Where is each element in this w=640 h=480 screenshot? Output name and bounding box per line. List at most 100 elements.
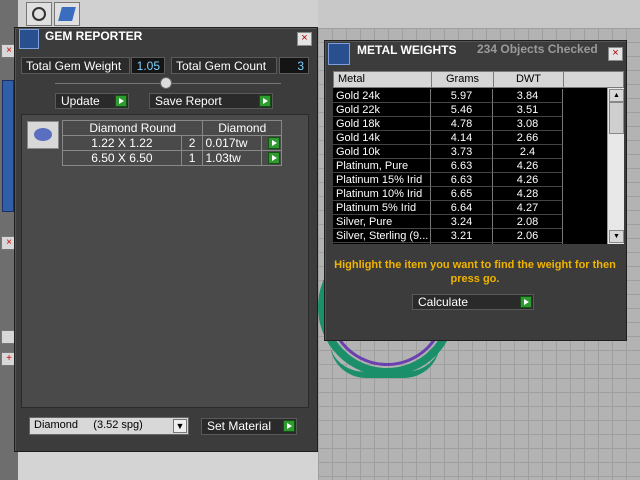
left-panel-tabs[interactable] (2, 80, 14, 212)
row-go-button[interactable] (261, 150, 282, 166)
metal-name-cell: Gold 18k (333, 117, 431, 131)
gem-table-header: Diamond Round Diamond (61, 120, 282, 136)
gem-table: Diamond Round Diamond 1.22 X 1.22 2 0.01… (61, 120, 282, 166)
dwt-cell: 2.66 (493, 131, 563, 145)
gem-icon (19, 29, 39, 49)
metal-hint-text: Highlight the item you want to find the … (334, 259, 616, 285)
table-row[interactable]: Gold 22k 5.46 3.51 (333, 103, 607, 117)
bottom-bar (18, 450, 318, 480)
grams-cell: 4.14 (431, 131, 493, 145)
table-row[interactable]: Silver, Pure 3.24 2.08 (333, 215, 607, 229)
metal-name-cell: Gold 10k (333, 145, 431, 159)
set-material-button[interactable]: Set Material (201, 418, 297, 435)
dwt-cell: 3.84 (493, 89, 563, 103)
save-report-button[interactable]: Save Report (149, 93, 273, 109)
grams-cell: 6.65 (431, 187, 493, 201)
update-label: Update (61, 94, 100, 108)
dwt-cell: 3.08 (493, 117, 563, 131)
go-icon (268, 137, 280, 149)
table-row[interactable]: Platinum 10% Irid 6.65 4.28 (333, 187, 607, 201)
row-go-button[interactable] (261, 135, 282, 151)
close-icon[interactable]: × (608, 47, 623, 61)
material-select[interactable]: Diamond (3.52 spg) ▼ (29, 417, 189, 435)
dwt-cell: 4.28 (493, 187, 563, 201)
gem-weight-cell: 1.03tw (202, 150, 263, 166)
gem-size-cell: 1.22 X 1.22 (62, 135, 182, 151)
top-toolbar (0, 0, 318, 28)
update-button[interactable]: Update (55, 93, 129, 109)
diamond-icon (27, 121, 59, 149)
metal-list[interactable]: Gold 24k 5.97 3.84 Gold 22k 5.46 3.51 Gold 18k… (333, 88, 607, 244)
metal-table-header: Metal Grams DWT (333, 71, 624, 88)
dwt-cell: 2.4 (493, 145, 563, 159)
column-header-dwt[interactable]: DWT (494, 72, 564, 87)
table-row[interactable]: Silver, Sterling (9... 3.21 2.06 (333, 229, 607, 243)
total-gem-weight-label: Total Gem Weight (21, 57, 130, 74)
table-row[interactable]: Platinum 15% Irid 6.63 4.26 (333, 173, 607, 187)
total-gem-weight-value: 1.05 (131, 57, 165, 74)
table-row[interactable]: Platinum 5% Irid 6.64 4.27 (333, 201, 607, 215)
close-icon[interactable]: × (297, 32, 312, 46)
gem-weight-cell: 0.017tw (202, 135, 263, 151)
grams-cell: 5.97 (431, 89, 493, 103)
metal-weights-title: METAL WEIGHTS (357, 43, 457, 57)
metal-name-cell: Gold 24k (333, 89, 431, 103)
gem-count-cell: 2 (180, 135, 204, 151)
go-icon (283, 420, 295, 432)
gem-count-cell: 1 (180, 150, 204, 166)
metal-name-cell: Platinum 5% Irid (333, 201, 431, 215)
cylinder-tool-icon[interactable] (26, 2, 52, 26)
grams-cell: 6.64 (431, 201, 493, 215)
gem-material-cell: Diamond (202, 120, 282, 136)
grams-cell: 3.24 (431, 215, 493, 229)
gem-name-cell: Diamond Round (61, 120, 204, 136)
metal-name-cell: Silver, Pure (333, 215, 431, 229)
dwt-cell: 4.26 (493, 159, 563, 173)
metal-name-cell: Platinum 10% Irid (333, 187, 431, 201)
metal-name-cell: Silver, Coin (900) (333, 243, 431, 244)
scroll-thumb[interactable] (609, 102, 624, 134)
go-icon (259, 95, 271, 107)
objects-checked-text: 234 Objects Checked (477, 42, 598, 56)
set-material-label: Set Material (207, 419, 272, 433)
column-header-grams[interactable]: Grams (432, 72, 494, 87)
grams-cell: 4.78 (431, 117, 493, 131)
grams-cell: 5.46 (431, 103, 493, 117)
table-row[interactable]: Silver, Coin (900)3.192.05 (333, 243, 607, 244)
collapse-handle[interactable] (160, 77, 172, 89)
metal-name-cell: Gold 14k (333, 131, 431, 145)
table-row[interactable]: Gold 18k 4.78 3.08 (333, 117, 607, 131)
calculate-button[interactable]: Calculate (412, 294, 534, 310)
cube-tool-icon[interactable] (54, 2, 80, 26)
table-row[interactable]: Gold 24k 5.97 3.84 (333, 89, 607, 103)
dwt-cell: 4.26 (493, 173, 563, 187)
dwt-cell: 4.27 (493, 201, 563, 215)
column-header-metal[interactable]: Metal (334, 72, 432, 87)
go-icon (115, 95, 127, 107)
go-icon (268, 152, 280, 164)
total-gem-count-label: Total Gem Count (171, 57, 277, 74)
gem-size-cell: 6.50 X 6.50 (62, 150, 182, 166)
metal-name-cell: Gold 22k (333, 103, 431, 117)
table-row[interactable]: 6.50 X 6.50 1 1.03tw (62, 150, 282, 166)
table-row[interactable]: 1.22 X 1.22 2 0.017tw (62, 135, 282, 151)
dwt-cell: 3.51 (493, 103, 563, 117)
metal-list-scrollbar[interactable]: ▲ ▼ (607, 88, 624, 244)
calculate-label: Calculate (418, 295, 469, 309)
go-icon (520, 296, 532, 308)
grams-cell: 6.63 (431, 173, 493, 187)
table-row[interactable]: Gold 14k 4.14 2.66 (333, 131, 607, 145)
metal-name-cell: Platinum, Pure (333, 159, 431, 173)
table-row[interactable]: Platinum, Pure 6.63 4.26 (333, 159, 607, 173)
grams-cell: 3.73 (431, 145, 493, 159)
scroll-down-icon[interactable]: ▼ (609, 230, 624, 243)
dwt-cell: 2.05 (493, 243, 563, 244)
gem-reporter-title: GEM REPORTER (45, 29, 143, 43)
grams-cell: 3.21 (431, 229, 493, 243)
metal-name-cell: Platinum 15% Irid (333, 173, 431, 187)
metal-name-cell: Silver, Sterling (9... (333, 229, 431, 243)
table-row[interactable]: Gold 10k 3.73 2.4 (333, 145, 607, 159)
chevron-down-icon[interactable]: ▼ (173, 419, 187, 433)
gem-reporter-panel: GEM REPORTER × Total Gem Weight 1.05 Tot… (14, 27, 318, 452)
scroll-up-icon[interactable]: ▲ (609, 89, 624, 102)
